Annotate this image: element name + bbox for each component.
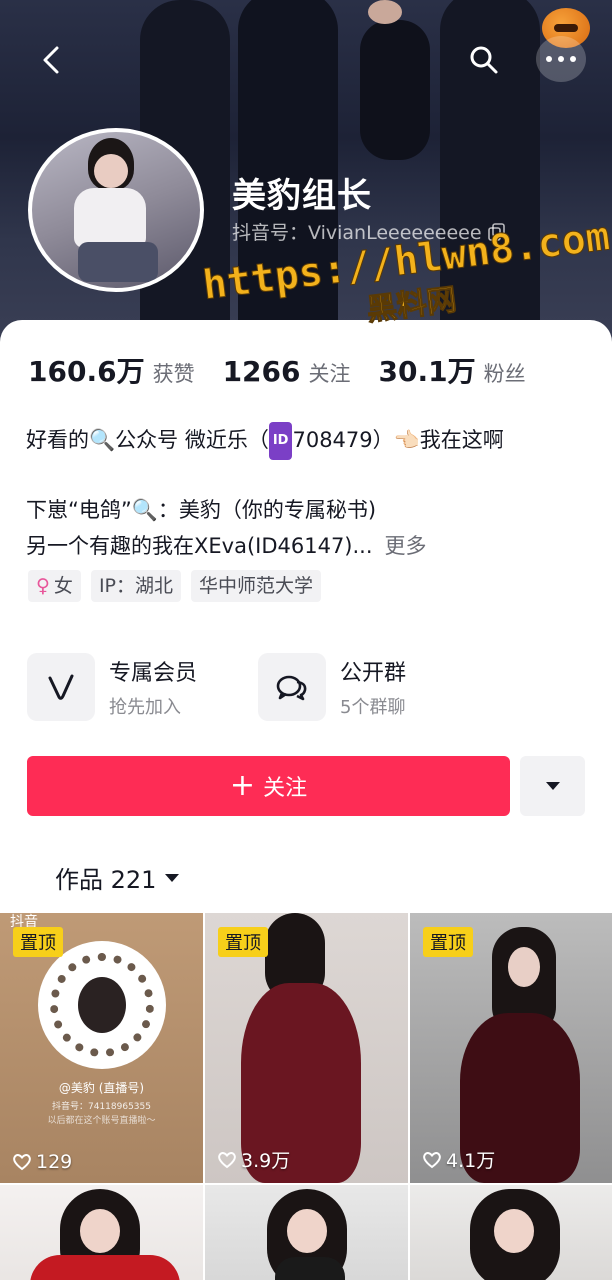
id-badge-icon: ID [268, 422, 293, 460]
video-thumbnail[interactable]: 抖音 @美豹 (直播号) 抖音号：74118965355 以后都在这个账号直播啦… [0, 913, 203, 1183]
like-count: 3.9万 [217, 1146, 290, 1173]
tab-works[interactable]: 作品 221 [55, 860, 180, 895]
search-button[interactable] [462, 38, 506, 82]
group-icon-box [258, 653, 326, 721]
school-tag[interactable]: 华中师范大学 [191, 570, 322, 602]
ip-tag: IP：湖北 [90, 570, 181, 602]
stat-label: 关注 [308, 362, 351, 386]
pinned-badge: 置顶 [218, 927, 268, 957]
pinned-badge: 置顶 [423, 927, 473, 957]
feature-subtitle: 抢先加入 [109, 697, 181, 718]
stats-row: 160.6万 获赞 1266 关注 30.1万 粉丝 [28, 350, 554, 390]
bio-more-link[interactable]: 更多 [385, 534, 427, 558]
bio-text: 好看的🔍公众号 微近乐（ [26, 428, 269, 452]
more-dots-icon [546, 56, 576, 62]
bio-text: 另一个有趣的我在XEva(ID46147)... [26, 534, 373, 558]
like-count: 4.1万 [422, 1146, 495, 1173]
heart-icon [218, 1151, 236, 1168]
qr-id: 抖音号：74118965355 [52, 1102, 151, 1112]
feature-group[interactable]: 公开群 5个群聊 [258, 653, 406, 721]
feature-subtitle: 5个群聊 [340, 697, 406, 718]
avatar[interactable] [28, 128, 204, 292]
bio-line: 另一个有趣的我在XEva(ID46147)... 更多 [26, 528, 596, 564]
stat-followers[interactable]: 30.1万 粉丝 [379, 350, 526, 390]
profile-card: 160.6万 获赞 1266 关注 30.1万 粉丝 好看的🔍公众号 微近乐（ I… [0, 320, 612, 1280]
qr-note: 以后都在这个账号直播啦～ [47, 1116, 156, 1126]
stat-label: 粉丝 [483, 362, 526, 386]
qr-code [38, 941, 166, 1069]
like-number: 4.1万 [446, 1150, 496, 1172]
follow-button[interactable]: + 关注 [27, 756, 510, 816]
video-thumbnail[interactable]: 置顶 3.9万 [205, 913, 408, 1183]
membership-icon-box [27, 653, 95, 721]
video-thumbnail[interactable] [410, 1185, 612, 1280]
stat-label: 获赞 [152, 362, 195, 386]
stat-number: 1266 [222, 355, 301, 388]
stat-following[interactable]: 1266 关注 [223, 355, 351, 388]
profile-name: 美豹组长 [232, 176, 372, 216]
chevron-left-icon [43, 46, 59, 74]
feature-title: 公开群 [340, 661, 407, 686]
bio-text: 708479）👈🏻我在这啊 [292, 428, 504, 452]
video-thumbnail[interactable] [205, 1185, 408, 1280]
feature-title: 专属会员 [109, 661, 198, 686]
tags-row: ♀ 女 IP：湖北 华中师范大学 [28, 570, 322, 602]
stat-likes[interactable]: 160.6万 获赞 [28, 350, 195, 390]
search-icon [470, 46, 498, 74]
feature-membership[interactable]: 专属会员 抢先加入 [27, 653, 197, 721]
follow-dropdown-button[interactable] [520, 756, 585, 816]
pinned-badge: 置顶 [13, 927, 63, 957]
stat-number: 30.1万 [378, 355, 476, 388]
caret-down-icon [545, 782, 560, 790]
like-number: 3.9万 [241, 1150, 291, 1172]
heart-icon [423, 1151, 441, 1168]
group-chat-icon [276, 675, 307, 701]
female-icon: ♀ [36, 575, 50, 597]
gender-tag: ♀ 女 [28, 570, 81, 602]
bio-line: 好看的🔍公众号 微近乐（ ID 708479）👈🏻我在这啊 [26, 422, 596, 460]
membership-v-icon [48, 674, 74, 700]
caret-down-icon [165, 873, 180, 882]
qr-name: @美豹 (直播号) [58, 1081, 145, 1095]
plus-icon: + [229, 768, 256, 803]
video-thumbnail[interactable]: 置顶 4.1万 [410, 913, 612, 1183]
heart-icon [13, 1154, 31, 1171]
follow-label: 关注 [263, 776, 308, 801]
cover-figure [360, 20, 430, 160]
stat-number: 160.6万 [28, 355, 145, 388]
like-count: 129 [12, 1151, 72, 1173]
video-grid: 抖音 @美豹 (直播号) 抖音号：74118965355 以后都在这个账号直播啦… [0, 913, 612, 1280]
back-button[interactable] [30, 38, 74, 82]
more-button[interactable] [536, 36, 586, 82]
cover-figure-skin [368, 0, 402, 24]
works-label: 作品 221 [55, 866, 157, 894]
bio[interactable]: 好看的🔍公众号 微近乐（ ID 708479）👈🏻我在这啊 下崽“电鸽”🔍：美豹（你… [26, 422, 596, 564]
gender-text: 女 [53, 575, 73, 597]
video-thumbnail[interactable] [0, 1185, 203, 1280]
like-number: 129 [36, 1151, 73, 1173]
bio-line: 下崽“电鸽”🔍：美豹（你的专属秘书) [26, 498, 377, 522]
